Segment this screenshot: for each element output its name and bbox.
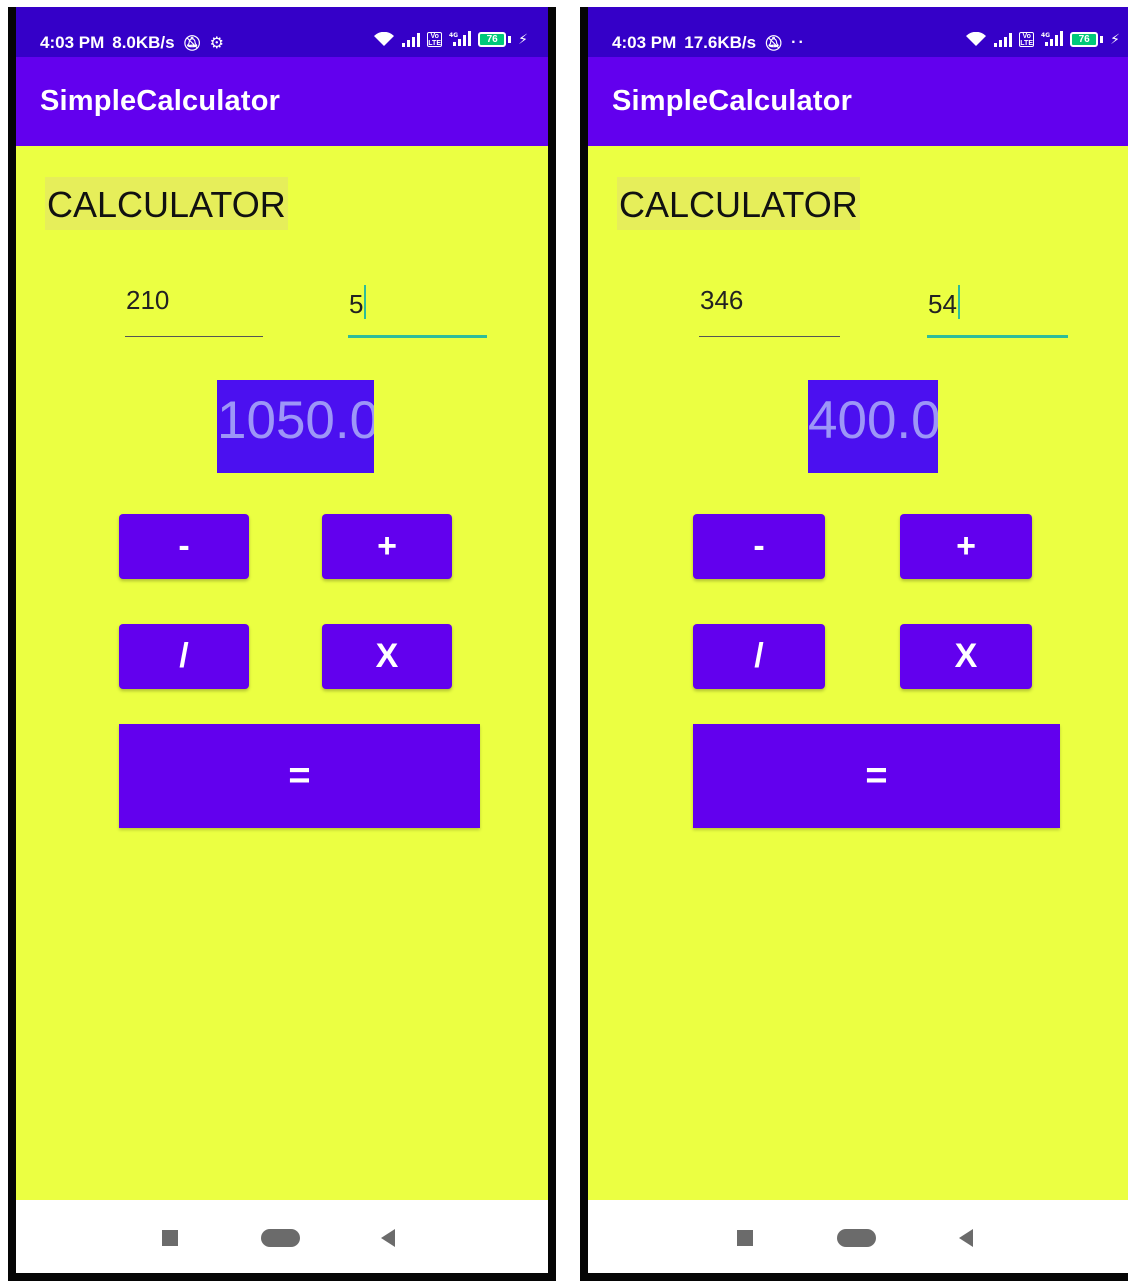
battery-icon: 76 [1070,32,1099,47]
wifi-icon [373,32,395,47]
4g-signal-icon: 4G [449,31,472,48]
back-button[interactable] [381,1229,395,1247]
status-left: 4:03 PM 8.0KB/s 🔕︎ ⚙ [40,33,224,53]
navigation-bar [16,1200,548,1273]
status-right: Vo LTE 4G 76 ⚡︎ [965,31,1120,48]
battery-tip [508,36,512,43]
minus-button[interactable]: - [693,514,825,579]
svg-text:4G: 4G [1041,32,1050,39]
plus-button[interactable]: + [900,514,1032,579]
input-underline [125,336,263,337]
multiply-button[interactable]: X [322,624,452,689]
divide-button[interactable]: / [119,624,249,689]
gear-icon: ⚙ [209,35,225,52]
second-number-input[interactable]: 5 [348,285,487,338]
app-bar: SimpleCalculator [588,57,1128,146]
first-number-value: 210 [126,285,170,315]
second-number-input[interactable]: 54 [927,285,1068,338]
signal-icon [402,32,421,47]
text-cursor [957,285,960,319]
battery-icon: 76 [478,32,507,47]
first-number-input[interactable]: 210 [125,285,263,337]
minus-button[interactable]: - [119,514,249,579]
phone-screenshot-left: 4:03 PM 8.0KB/s 🔕︎ ⚙ Vo LTE 4G 76 ⚡︎ Sim… [8,7,556,1281]
back-button[interactable] [959,1229,973,1247]
second-number-value: 5 [349,289,364,319]
volte-icon: Vo LTE [427,32,443,47]
status-time: 4:03 PM [40,33,105,52]
phone-screenshot-right: 4:03 PM 17.6KB/s 🔕︎ ·· Vo LTE 4G 76 ⚡︎ S… [580,7,1128,1281]
status-right: Vo LTE 4G 76 ⚡︎ [373,31,528,48]
first-number-value: 346 [700,285,744,315]
input-underline-focused [348,335,487,338]
status-time: 4:03 PM [612,33,677,52]
calculator-heading: CALCULATOR [45,177,288,230]
app-screen: 4:03 PM 8.0KB/s 🔕︎ ⚙ Vo LTE 4G 76 ⚡︎ Sim… [16,7,548,1273]
second-number-value-wrapper: 54 [928,285,960,320]
mute-icon: 🔕︎ [182,35,202,52]
text-cursor [364,285,367,319]
equals-button[interactable]: = [693,724,1060,828]
home-button[interactable] [261,1229,300,1247]
recents-button[interactable] [162,1230,178,1246]
wifi-icon [965,32,987,47]
volte-icon: Vo LTE [1019,32,1035,47]
recents-button[interactable] [737,1230,753,1246]
charging-icon: ⚡︎ [518,31,528,47]
status-bar: 4:03 PM 17.6KB/s 🔕︎ ·· Vo LTE 4G 76 ⚡︎ [588,7,1128,57]
divide-button[interactable]: / [693,624,825,689]
first-number-input[interactable]: 346 [699,285,840,337]
app-screen: 4:03 PM 17.6KB/s 🔕︎ ·· Vo LTE 4G 76 ⚡︎ S… [588,7,1128,1273]
multiply-button[interactable]: X [900,624,1032,689]
status-left: 4:03 PM 17.6KB/s 🔕︎ ·· [612,33,806,53]
app-bar: SimpleCalculator [16,57,548,146]
signal-icon [994,32,1013,47]
result-display: 400.0 [808,380,938,473]
plus-button[interactable]: + [322,514,452,579]
more-dots-icon: ·· [791,34,806,51]
app-title: SimpleCalculator [40,85,281,117]
status-speed: 17.6KB/s [684,33,757,52]
app-title: SimpleCalculator [612,85,853,117]
result-display: 1050.0 [217,380,374,473]
second-number-value: 54 [928,289,957,319]
status-bar: 4:03 PM 8.0KB/s 🔕︎ ⚙ Vo LTE 4G 76 ⚡︎ [16,7,548,57]
navigation-bar [588,1200,1128,1273]
second-number-value-wrapper: 5 [349,285,367,320]
status-speed: 8.0KB/s [112,33,175,52]
calculator-heading: CALCULATOR [617,177,860,230]
equals-button[interactable]: = [119,724,480,828]
mute-icon: 🔕︎ [764,35,784,52]
battery-tip [1100,36,1104,43]
input-underline-focused [927,335,1068,338]
input-underline [699,336,840,337]
home-button[interactable] [837,1229,876,1247]
svg-text:4G: 4G [449,32,458,39]
charging-icon: ⚡︎ [1110,31,1120,47]
4g-signal-icon: 4G [1041,31,1064,48]
